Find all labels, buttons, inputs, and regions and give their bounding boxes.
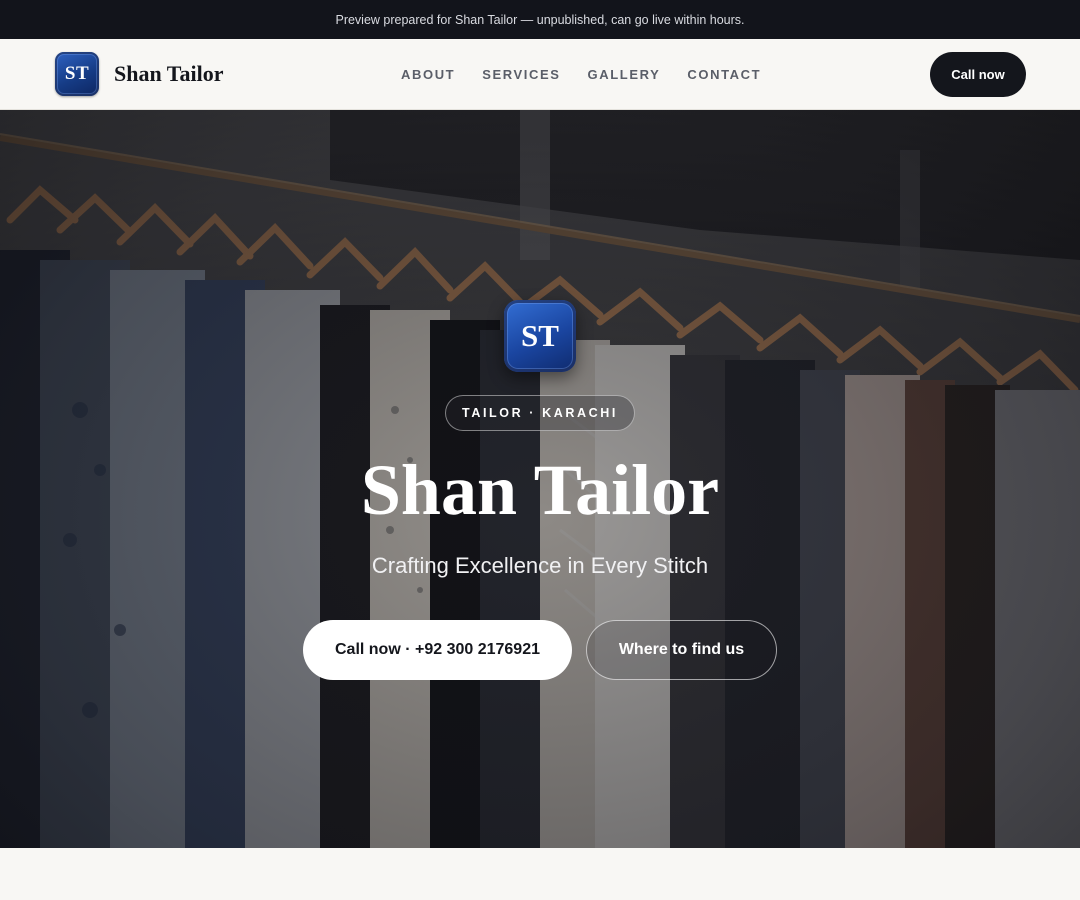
call-now-button[interactable]: Call now — [930, 52, 1026, 97]
main-nav: ABOUT SERVICES GALLERY CONTACT — [401, 39, 761, 109]
preview-banner: Preview prepared for Shan Tailor — unpub… — [0, 0, 1080, 39]
site-header: ST Shan Tailor ABOUT SERVICES GALLERY CO… — [0, 39, 1080, 110]
hero-title: Shan Tailor — [360, 450, 720, 530]
preview-banner-text: Preview prepared for Shan Tailor — unpub… — [335, 12, 745, 27]
logo-badge-icon: ST — [55, 52, 99, 96]
hero-content: ST TAILOR · KARACHI Shan Tailor Crafting… — [0, 110, 1080, 848]
hero-section: ST TAILOR · KARACHI Shan Tailor Crafting… — [0, 110, 1080, 848]
hero-subtitle: Crafting Excellence in Every Stitch — [371, 553, 709, 578]
hero-category-tag: TAILOR · KARACHI — [445, 395, 635, 431]
brand-name: Shan Tailor — [114, 61, 224, 86]
next-section — [0, 848, 1080, 900]
find-us-button[interactable]: Where to find us — [586, 620, 777, 680]
nav-item-about[interactable]: ABOUT — [401, 67, 455, 82]
nav-item-gallery[interactable]: GALLERY — [588, 67, 661, 82]
hero-logo-badge-icon: ST — [504, 300, 576, 372]
call-phone-button[interactable]: Call now · +92 300 2176921 — [303, 620, 572, 680]
brand-link[interactable]: ST Shan Tailor — [55, 52, 223, 96]
nav-item-contact[interactable]: CONTACT — [687, 67, 761, 82]
nav-item-services[interactable]: SERVICES — [482, 67, 560, 82]
